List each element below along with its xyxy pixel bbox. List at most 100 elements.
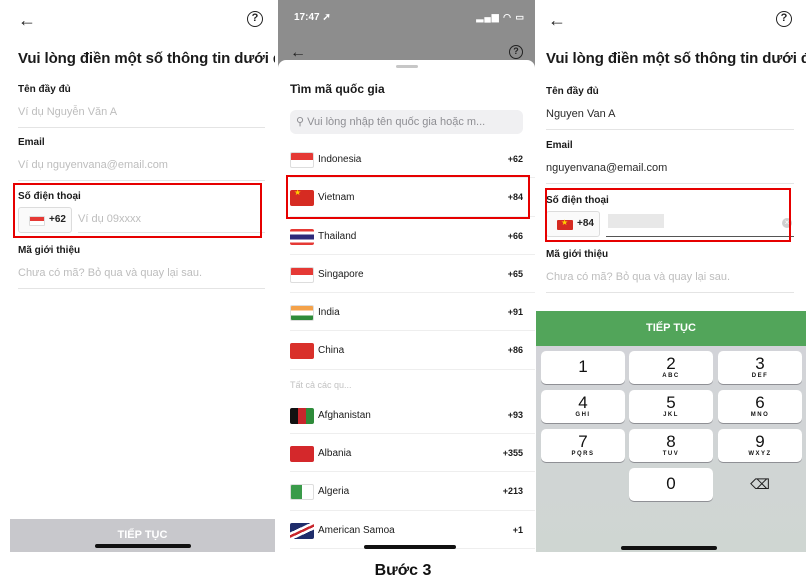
top-bar: ← ? (0, 8, 275, 36)
indonesia-flag-icon (29, 216, 45, 226)
keypad-key-2[interactable]: 2 ABC (629, 351, 713, 384)
country-code-selector[interactable]: +84 (546, 211, 600, 237)
vietnam-flag-icon (290, 190, 314, 207)
keypad-key-9[interactable]: 9 WXYZ (718, 429, 802, 462)
china-flag-icon (290, 343, 314, 360)
keypad-key-5[interactable]: 5 JKL (629, 390, 713, 423)
country-dial-code: +62 (507, 154, 523, 164)
all-countries-label: Tất cả các qu... (290, 379, 352, 390)
sheet-grabber[interactable] (395, 65, 418, 68)
home-indicator (95, 544, 191, 548)
help-icon[interactable]: ? (776, 11, 792, 27)
numeric-keypad: 1 2 ABC 3 DEF 4 GHI 5 JKL 6 MNO 7 PQRS 8 TUV 9 WXYZ 0 ⌫ (536, 346, 806, 552)
indonesia-flag-icon (290, 152, 314, 168)
country-dial-code: +84 (507, 192, 523, 203)
back-arrow-icon[interactable]: ← (18, 10, 36, 30)
country-row[interactable]: Singapore +65 (290, 255, 535, 294)
clear-input-icon[interactable]: × (782, 218, 792, 228)
country-row[interactable]: Thailand +66 (290, 217, 535, 255)
keypad-key-0[interactable]: 0 (629, 468, 713, 501)
country-row[interactable]: India +91 (290, 293, 535, 332)
screen-registration-empty: ← ? Vui lòng điền một số thông tin dưới … (0, 0, 275, 552)
country-dial-code: +86 (507, 345, 523, 356)
country-code-selector[interactable]: +62 (18, 207, 72, 233)
country-row[interactable]: American Samoa +1 (290, 511, 535, 549)
country-code: +84 (577, 218, 594, 229)
full-name-input[interactable]: Nguyen Van A (546, 108, 794, 130)
email-label: Email (18, 137, 45, 148)
thailand-flag-icon (290, 228, 314, 245)
country-code: +62 (49, 214, 66, 225)
key-digit: 2 (666, 354, 676, 373)
key-digit: 8 (666, 432, 676, 451)
search-icon: ⚲ (296, 116, 305, 128)
country-name: Singapore (318, 268, 364, 280)
full-name-label: Tên đầy đủ (18, 84, 71, 95)
keypad-key-8[interactable]: 8 TUV (629, 429, 713, 462)
country-dial-code: +66 (507, 230, 523, 241)
backspace-icon[interactable]: ⌫ (718, 468, 802, 501)
country-name: Algeria (318, 486, 350, 498)
screen-country-picker: 17:47 ➚ ▂▄▆ ◠ ▭ ← ? Tìm mã quốc gia ⚲ Vui… (278, 0, 535, 552)
continue-button[interactable]: TIẾP TỤC (536, 311, 806, 346)
key-digit: 0 (666, 474, 676, 493)
country-row[interactable]: Vietnam +84 (290, 178, 535, 217)
country-dial-code: +65 (507, 268, 523, 279)
screen-registration-filled: ← ? Vui lòng điền một số thông tin dưới … (536, 0, 806, 552)
page-title: Vui lòng điền một số thông tin dưới đây (18, 50, 275, 67)
country-row[interactable]: Algeria +213 (290, 472, 535, 511)
afghanistan-flag-icon (290, 407, 314, 424)
keypad-key-7[interactable]: 7 PQRS (541, 429, 625, 462)
keypad-key-1[interactable]: 1 (541, 351, 625, 384)
email-input[interactable]: Ví dụ nguyenvana@email.com (18, 159, 265, 181)
country-dial-code: +355 (502, 448, 523, 459)
key-letters: TUV (662, 451, 680, 457)
keypad-key-6[interactable]: 6 MNO (718, 390, 802, 423)
country-list: Indonesia +62 Vietnam +84 Thailand +66 Singapo… (278, 140, 535, 549)
key-letters: ABC (662, 373, 680, 379)
country-row[interactable]: Indonesia +62 (290, 140, 535, 179)
country-row[interactable]: China +86 (290, 331, 535, 370)
phone-input[interactable]: Ví dụ 09xxxx (78, 207, 265, 233)
country-name: American Samoa (318, 524, 395, 536)
referral-input[interactable]: Chưa có mã? Bỏ qua và quay lại sau. (18, 267, 265, 289)
full-name-input[interactable]: Ví dụ Nguyễn Văn A (18, 106, 265, 128)
phone-field: Số điện thoại +84 × (546, 195, 794, 239)
country-dial-code: +91 (507, 307, 523, 318)
referral-input[interactable]: Chưa có mã? Bỏ qua và quay lại sau. (546, 271, 794, 293)
help-icon[interactable]: ? (247, 11, 263, 27)
key-digit: 6 (755, 393, 765, 412)
phone-input[interactable]: × (606, 211, 794, 237)
country-name: China (318, 345, 345, 357)
country-search-input[interactable]: ⚲ Vui lòng nhập tên quốc gia hoặc m... (290, 110, 523, 134)
phone-label: Số điện thoại (546, 195, 609, 206)
full-name-label: Tên đầy đủ (546, 86, 599, 97)
top-bar: ← ? (536, 8, 806, 36)
country-row[interactable]: Afghanistan +93 (290, 396, 535, 435)
back-arrow-icon[interactable]: ← (548, 10, 566, 30)
singapore-flag-icon (290, 266, 314, 283)
help-icon: ? (509, 45, 523, 59)
algeria-flag-icon (290, 484, 314, 501)
country-name: Indonesia (318, 154, 362, 165)
key-digit: 7 (578, 432, 588, 451)
key-digit: 5 (666, 393, 676, 412)
country-name: India (318, 307, 340, 319)
country-dial-code: +93 (507, 409, 523, 420)
country-name: Albania (318, 448, 352, 460)
key-letters: MNO (750, 412, 770, 418)
referral-label: Mã giới thiệu (18, 245, 81, 256)
key-letters: GHI (575, 412, 591, 418)
status-time: 17:47 ➚ (294, 12, 331, 23)
email-input[interactable]: nguyenvana@email.com (546, 162, 794, 184)
key-letters: JKL (663, 412, 679, 418)
country-name: Vietnam (318, 192, 355, 204)
keypad-key-3[interactable]: 3 DEF (718, 351, 802, 384)
email-field: Email Ví dụ nguyenvana@email.com (18, 137, 265, 181)
phone-field: Số điện thoại +62 Ví dụ 09xxxx (18, 191, 265, 235)
keypad-key-4[interactable]: 4 GHI (541, 390, 625, 423)
full-name-field: Tên đầy đủ Nguyen Van A (546, 86, 794, 130)
country-row[interactable]: Albania +355 (290, 434, 535, 473)
key-digit: 4 (578, 393, 588, 412)
home-indicator (364, 545, 456, 549)
